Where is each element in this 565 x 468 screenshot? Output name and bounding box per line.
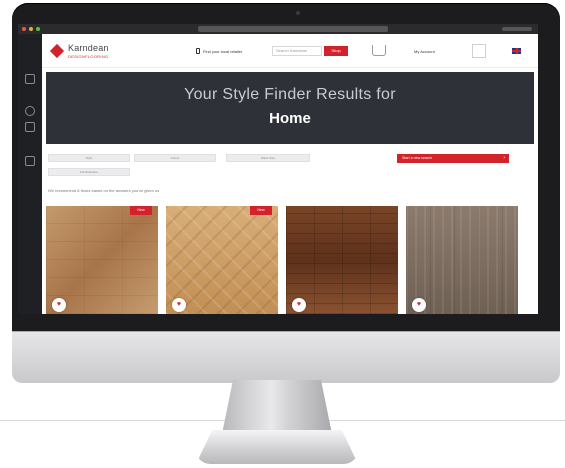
chevron-right-icon: › (503, 155, 505, 161)
screen: Karndean DESIGNFLOORING Find your local … (18, 24, 538, 314)
site-header: Karndean DESIGNFLOORING Find your local … (42, 34, 538, 68)
new-badge: New (250, 206, 272, 215)
retailer-link-label: Find your local retailer (203, 48, 243, 54)
monitor-stand-base (196, 430, 358, 464)
address-bar[interactable] (198, 26, 388, 32)
close-dot-icon[interactable] (22, 27, 26, 31)
favorite-heart-icon[interactable]: ♥ (412, 298, 426, 312)
monitor-chin (12, 331, 560, 383)
rail-history-icon[interactable] (25, 106, 35, 116)
product-card[interactable]: New ♥ (46, 206, 158, 314)
new-search-button[interactable]: Start a new search › (397, 154, 509, 163)
hero-title: Your Style Finder Results for (184, 86, 396, 103)
search-input[interactable]: Search Karndean (272, 46, 322, 56)
product-grid: New ♥ New ♥ ♥ ♥ (46, 206, 534, 314)
recommendation-text: We recommend 8 floors based on the answe… (48, 188, 160, 193)
rail-settings-icon[interactable] (25, 156, 35, 166)
karndean-logo-icon[interactable] (49, 43, 65, 59)
filter-plank-size[interactable]: Plank Size (226, 154, 310, 162)
new-search-label: Start a new search (402, 156, 432, 160)
os-status-icons (502, 27, 532, 31)
filter-finish[interactable]: Finish/texture (48, 168, 130, 176)
search-button[interactable]: Shop (324, 46, 348, 56)
monitor-stand-neck (222, 380, 332, 434)
uk-flag-icon[interactable] (512, 48, 521, 54)
minimize-dot-icon[interactable] (29, 27, 33, 31)
rail-list-icon[interactable] (25, 122, 35, 132)
window-controls[interactable] (22, 27, 40, 31)
basket-icon[interactable] (372, 45, 386, 56)
product-card[interactable]: New ♥ (166, 206, 278, 314)
left-rail (18, 34, 42, 314)
maximize-dot-icon[interactable] (36, 27, 40, 31)
my-account-link[interactable]: My Account (414, 49, 435, 54)
favorite-heart-icon[interactable]: ♥ (292, 298, 306, 312)
product-card[interactable]: ♥ (406, 206, 518, 314)
screen-bottom-bezel (18, 314, 538, 328)
camera-icon (296, 11, 300, 15)
filter-colour[interactable]: Colour (134, 154, 216, 162)
favorite-heart-icon[interactable]: ♥ (52, 298, 66, 312)
favorite-heart-icon[interactable]: ♥ (172, 298, 186, 312)
browser-body: Karndean DESIGNFLOORING Find your local … (18, 34, 538, 314)
new-badge: New (130, 206, 152, 215)
product-card[interactable]: ♥ (286, 206, 398, 314)
location-icon (196, 48, 200, 54)
os-menu-bar (18, 24, 538, 34)
retailer-link[interactable]: Find your local retailer (196, 48, 242, 54)
rail-menu-icon[interactable] (25, 74, 35, 84)
filter-style[interactable]: Style (48, 154, 130, 162)
web-page: Karndean DESIGNFLOORING Find your local … (42, 34, 538, 314)
hero-subject: Home (269, 110, 311, 127)
logo-subtitle: DESIGNFLOORING (68, 54, 109, 59)
logo-text[interactable]: Karndean (68, 43, 109, 53)
hero-banner: Your Style Finder Results for Home (46, 72, 534, 144)
samples-box-icon[interactable] (472, 44, 486, 58)
